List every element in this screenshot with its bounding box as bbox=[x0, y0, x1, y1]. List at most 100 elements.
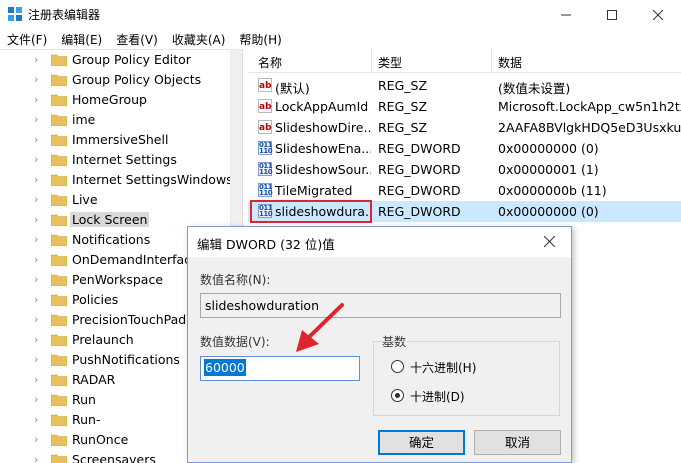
folder-icon bbox=[51, 354, 67, 366]
chevron-right-icon[interactable]: › bbox=[34, 153, 38, 166]
value-name: (默认) bbox=[275, 81, 310, 96]
close-icon bbox=[543, 235, 556, 248]
column-header-data[interactable]: 数据 bbox=[498, 54, 522, 71]
column-header-type[interactable]: 类型 bbox=[378, 54, 402, 71]
value-row[interactable]: 011 110 SlideshowEna... REG_DWORD 0x00000000… bbox=[248, 138, 681, 159]
value-row[interactable]: ab LockAppAumId REG_SZ Microsoft.LockApp_cw… bbox=[248, 96, 681, 117]
chevron-right-icon[interactable]: › bbox=[34, 213, 38, 226]
tree-item[interactable]: › Group Policy Editor bbox=[0, 50, 230, 70]
tree-item[interactable]: › Group Policy Objects bbox=[0, 70, 230, 90]
highlight-annotation-box bbox=[250, 200, 372, 223]
tree-item-label: Notifications bbox=[72, 232, 151, 247]
tree-item[interactable]: › Live bbox=[0, 190, 230, 210]
value-name: SlideshowEna... bbox=[275, 141, 371, 156]
column-header-name[interactable]: 名称 bbox=[258, 54, 282, 71]
folder-icon bbox=[51, 54, 67, 66]
ok-button[interactable]: 确定 bbox=[378, 430, 465, 455]
menu-help[interactable]: 帮助(H) bbox=[232, 29, 288, 49]
folder-icon bbox=[51, 94, 67, 106]
registry-editor-icon bbox=[8, 7, 22, 21]
folder-icon bbox=[51, 234, 67, 246]
menu-edit[interactable]: 编辑(E) bbox=[54, 29, 109, 49]
tree-item-label: Group Policy Objects bbox=[72, 72, 202, 87]
chevron-right-icon[interactable]: › bbox=[34, 133, 38, 146]
dialog-title-bar: 编辑 DWORD (32 位)值 bbox=[188, 227, 571, 257]
tree-item-label: PenWorkspace bbox=[72, 272, 164, 287]
string-value-icon: ab bbox=[258, 120, 272, 134]
chevron-right-icon[interactable]: › bbox=[34, 273, 38, 286]
folder-icon bbox=[51, 174, 67, 186]
close-button[interactable] bbox=[635, 0, 681, 29]
chevron-right-icon[interactable]: › bbox=[34, 313, 38, 326]
folder-icon bbox=[51, 414, 67, 426]
annotation-arrow-icon bbox=[296, 303, 344, 352]
column-divider[interactable] bbox=[491, 49, 492, 73]
folder-icon bbox=[51, 314, 67, 326]
tree-item-label: Run bbox=[72, 392, 96, 407]
maximize-button[interactable] bbox=[589, 0, 635, 29]
folder-icon bbox=[51, 434, 67, 446]
value-data: 0x0000000b (11) bbox=[498, 183, 607, 198]
value-row[interactable]: 011 110 TileMigrated REG_DWORD 0x0000000b (1… bbox=[248, 180, 681, 201]
tree-item[interactable]: › ImmersiveShell bbox=[0, 130, 230, 150]
tree-item-label: Internet Settings bbox=[72, 152, 177, 167]
chevron-right-icon[interactable]: › bbox=[34, 253, 38, 266]
chevron-right-icon[interactable]: › bbox=[34, 293, 38, 306]
dialog-title: 编辑 DWORD (32 位)值 bbox=[197, 237, 335, 252]
tree-item-label: Lock Screen bbox=[70, 212, 150, 227]
radio-hex[interactable] bbox=[391, 360, 404, 373]
string-value-icon: ab bbox=[258, 99, 272, 113]
chevron-right-icon[interactable]: › bbox=[34, 93, 38, 106]
value-data-text: 60000 bbox=[204, 359, 246, 376]
value-name: TileMigrated bbox=[275, 183, 353, 198]
tree-item-label: Internet SettingsWindows bbox=[72, 172, 233, 187]
chevron-right-icon[interactable]: › bbox=[34, 333, 38, 346]
tree-item[interactable]: › HomeGroup bbox=[0, 90, 230, 110]
folder-icon bbox=[51, 334, 67, 346]
chevron-right-icon[interactable]: › bbox=[34, 173, 38, 186]
value-data: 2AAFA8BVlgkHDQ5eD3UsxkuR( bbox=[498, 120, 681, 135]
value-data-input[interactable]: 60000 bbox=[200, 356, 360, 381]
tree-item[interactable]: › Internet SettingsWindows bbox=[0, 170, 233, 190]
value-name: LockAppAumId bbox=[275, 99, 369, 114]
chevron-right-icon[interactable]: › bbox=[34, 113, 38, 126]
value-row[interactable]: 011 110 SlideshowSour... REG_DWORD 0x0000000… bbox=[248, 159, 681, 180]
chevron-right-icon[interactable]: › bbox=[34, 393, 38, 406]
maximize-icon bbox=[607, 9, 617, 20]
tree-item[interactable]: › Internet Settings bbox=[0, 150, 230, 170]
tree-item[interactable]: › ime bbox=[0, 110, 230, 130]
chevron-right-icon[interactable]: › bbox=[34, 53, 38, 66]
cancel-button[interactable]: 取消 bbox=[474, 430, 561, 455]
chevron-right-icon[interactable]: › bbox=[34, 453, 38, 463]
radio-decimal[interactable] bbox=[391, 389, 404, 402]
radio-decimal-label[interactable]: 十进制(D) bbox=[410, 388, 465, 405]
folder-icon bbox=[51, 374, 67, 386]
menu-favorites[interactable]: 收藏夹(A) bbox=[165, 29, 233, 49]
chevron-right-icon[interactable]: › bbox=[34, 433, 38, 446]
chevron-right-icon[interactable]: › bbox=[34, 353, 38, 366]
string-value-icon: ab bbox=[258, 78, 272, 92]
value-row[interactable]: ab SlideshowDire... REG_SZ 2AAFA8BVlgkHDQ5e… bbox=[248, 117, 681, 138]
tree-item-label: Screensavers bbox=[72, 452, 156, 463]
chevron-right-icon[interactable]: › bbox=[34, 233, 38, 246]
folder-icon bbox=[51, 454, 67, 463]
menu-view[interactable]: 查看(V) bbox=[109, 29, 165, 49]
value-type: REG_DWORD bbox=[378, 183, 461, 198]
folder-icon bbox=[51, 394, 67, 406]
column-divider[interactable] bbox=[371, 49, 372, 73]
minimize-button[interactable] bbox=[543, 0, 589, 29]
menu-file[interactable]: 文件(F) bbox=[0, 29, 54, 49]
dialog-close-button[interactable] bbox=[543, 233, 556, 251]
tree-item-label: HomeGroup bbox=[72, 92, 147, 107]
chevron-right-icon[interactable]: › bbox=[34, 373, 38, 386]
value-row[interactable]: ab (默认) REG_SZ (数值未设置) bbox=[248, 75, 681, 96]
folder-icon bbox=[51, 74, 67, 86]
chevron-right-icon[interactable]: › bbox=[34, 193, 38, 206]
value-name: SlideshowSour... bbox=[275, 162, 371, 177]
tree-item-label: Policies bbox=[72, 292, 119, 307]
chevron-right-icon[interactable]: › bbox=[34, 73, 38, 86]
tree-item-label: ime bbox=[72, 112, 96, 127]
radio-hex-label[interactable]: 十六进制(H) bbox=[410, 359, 476, 376]
chevron-right-icon[interactable]: › bbox=[34, 413, 38, 426]
dword-value-icon: 011 110 bbox=[258, 141, 273, 155]
